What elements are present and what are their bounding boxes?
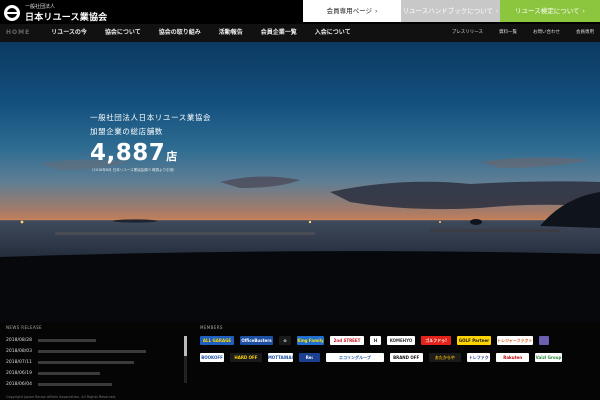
reuse-exam-tab-label: リユース検定について bbox=[515, 7, 580, 15]
store-count-note: （2018年8月 日本リユース業協会調べ 概算より引用） bbox=[90, 168, 177, 172]
member-logo-golf-partner[interactable]: GOLF Partner bbox=[457, 336, 491, 345]
news-headline-placeholder bbox=[38, 350, 146, 353]
nav-members-only[interactable]: 会員専用 bbox=[576, 24, 594, 42]
member-logo-king-family[interactable]: King Family bbox=[297, 336, 324, 345]
news-scrollbar[interactable] bbox=[184, 336, 187, 383]
logo-subtitle: 一般社団法人 bbox=[25, 4, 56, 10]
news-list: 2018/08/28 2018/08/03 2018/07/11 2018/06… bbox=[6, 335, 182, 390]
reuse-exam-tab[interactable]: リユース検定について › bbox=[500, 0, 600, 22]
chevron-right-icon: › bbox=[582, 8, 585, 15]
member-logo-komehyo[interactable]: KOMEHYO bbox=[387, 336, 415, 345]
members-heading: MEMBERS bbox=[200, 325, 223, 330]
handbook-tab[interactable]: リユースハンドブックについて › bbox=[401, 0, 500, 22]
nav-initiatives[interactable]: 協会の取り組み bbox=[159, 24, 208, 42]
news-headline-placeholder bbox=[38, 361, 134, 364]
member-logo-otakaraya[interactable]: おたからや bbox=[428, 353, 462, 362]
chevron-right-icon: › bbox=[496, 8, 499, 15]
member-logo-golf-do[interactable]: ゴルフドゥ! bbox=[421, 336, 451, 345]
news-headline-placeholder bbox=[38, 372, 100, 375]
hero-landscape-image bbox=[0, 157, 600, 322]
member-logo-h[interactable]: H bbox=[370, 336, 381, 345]
news-scrollbar-thumb[interactable] bbox=[184, 336, 187, 356]
member-logo-purple[interactable] bbox=[539, 336, 549, 345]
member-logo-re[interactable]: Re: bbox=[298, 353, 321, 362]
news-date: 2018/06/19 bbox=[6, 371, 32, 376]
member-logo-mottainai[interactable]: MOTTAINAI bbox=[267, 353, 293, 362]
nav-about[interactable]: 協会について bbox=[105, 24, 148, 42]
nav-home[interactable]: HOME bbox=[6, 24, 37, 42]
news-date: 2018/08/28 bbox=[6, 338, 32, 343]
hero-banner: 一般社団法人日本リユース業協会 加盟企業の総店舗数 4,887店 （2018年8… bbox=[0, 42, 600, 322]
store-count-number: 4,887 bbox=[90, 140, 166, 166]
news-item[interactable]: 2018/06/04 bbox=[6, 379, 182, 390]
news-date: 2018/06/04 bbox=[6, 382, 32, 387]
member-logo-treasure-factory[interactable]: トレジャーファクトリー bbox=[497, 336, 533, 345]
member-logo-all-garage[interactable]: ALL GARAGE bbox=[200, 336, 234, 345]
nav-reuse-now[interactable]: リユースの今 bbox=[51, 24, 94, 42]
member-logo-row: BOOKOFF HARD OFF MOTTAINAI Re: エコリングループ … bbox=[200, 353, 562, 362]
member-logo-bookoff[interactable]: BOOKOFF bbox=[200, 353, 225, 362]
nav-documents[interactable]: 資料一覧 bbox=[499, 24, 517, 42]
store-count-unit: 店 bbox=[166, 150, 178, 163]
member-logos: ALL GARAGE OfficeBusters ⊙ King Family 2… bbox=[200, 336, 562, 370]
news-item[interactable]: 2018/06/19 bbox=[6, 368, 182, 379]
news-item[interactable]: 2018/08/28 bbox=[6, 335, 182, 346]
hero-caption: 加盟企業の総店舗数 bbox=[90, 127, 163, 136]
header-tabs: 会員専用ページ › リユースハンドブックについて › リユース検定について › bbox=[303, 0, 600, 22]
member-logo-row: ALL GARAGE OfficeBusters ⊙ King Family 2… bbox=[200, 336, 562, 345]
member-logo-officebusters[interactable]: OfficeBusters bbox=[240, 336, 273, 345]
news-headline-placeholder bbox=[38, 383, 112, 386]
handbook-tab-label: リユースハンドブックについて bbox=[402, 7, 494, 15]
top-bar: 一般社団法人 日本リユース業協会 会員専用ページ › リユースハンドブックについて… bbox=[0, 0, 600, 24]
store-count: 4,887店 bbox=[90, 140, 211, 166]
nav-main-list: HOME リユースの今 協会について 協会の取り組み 活動報告 会員企業一覧 入… bbox=[6, 24, 369, 42]
news-date: 2018/08/03 bbox=[6, 349, 32, 354]
hero-store-count: 一般社団法人日本リユース業協会 加盟企業の総店舗数 4,887店 （2018年8… bbox=[90, 112, 211, 173]
member-logo-vaizl[interactable]: Vaizl Group bbox=[535, 353, 562, 362]
main-navigation: HOME リユースの今 協会について 協会の取り組み 活動報告 会員企業一覧 入… bbox=[0, 24, 600, 42]
news-headline-placeholder bbox=[38, 339, 96, 342]
nav-contact[interactable]: お問い合わせ bbox=[533, 24, 560, 42]
nav-join[interactable]: 入会について bbox=[315, 24, 358, 42]
news-item[interactable]: 2018/08/03 bbox=[6, 346, 182, 357]
logo-title: 日本リユース業協会 bbox=[25, 13, 108, 23]
member-page-tab-label: 会員専用ページ bbox=[326, 7, 372, 15]
news-item[interactable]: 2018/07/11 bbox=[6, 357, 182, 368]
bottom-section: NEWS RELEASE 2018/08/28 2018/08/03 2018/… bbox=[0, 322, 600, 400]
member-logo-2nd-street[interactable]: 2nd STREET bbox=[330, 336, 364, 345]
nav-member-list[interactable]: 会員企業一覧 bbox=[261, 24, 304, 42]
member-page-tab[interactable]: 会員専用ページ › bbox=[303, 0, 401, 22]
news-date: 2018/07/11 bbox=[6, 360, 32, 365]
site-logo[interactable]: 一般社団法人 日本リユース業協会 bbox=[4, 3, 108, 23]
hero-association-name: 一般社団法人日本リユース業協会 bbox=[90, 113, 212, 122]
copyright-text: Copyright Japan Reuse Affairs Associatio… bbox=[6, 395, 117, 399]
member-logo-brand-off[interactable]: BRAND OFF bbox=[389, 353, 423, 362]
member-logo-ecoring[interactable]: エコリングループ bbox=[326, 353, 384, 362]
nav-sub-list: プレスリリース 資料一覧 お問い合わせ 会員専用 bbox=[436, 24, 594, 42]
logo-mark-icon bbox=[4, 5, 20, 21]
nav-press-release[interactable]: プレスリリース bbox=[452, 24, 483, 42]
member-logo-hard-off[interactable]: HARD OFF bbox=[230, 353, 262, 362]
member-logo-circle[interactable]: ⊙ bbox=[279, 336, 291, 345]
nav-activity-report[interactable]: 活動報告 bbox=[219, 24, 250, 42]
news-heading: NEWS RELEASE bbox=[6, 325, 42, 330]
chevron-right-icon: › bbox=[374, 8, 378, 15]
member-logo-torefac[interactable]: トレファク bbox=[467, 353, 491, 362]
member-logo-rakuten[interactable]: Rakuten bbox=[496, 353, 530, 362]
